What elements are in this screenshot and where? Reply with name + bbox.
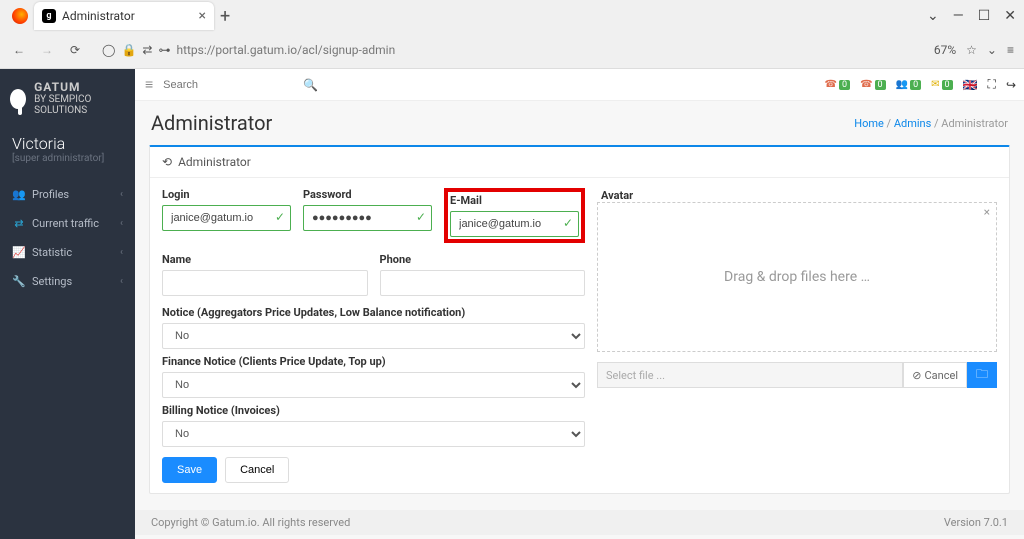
- user-role: [super administrator]: [12, 153, 123, 164]
- folder-icon: 🗀: [976, 365, 988, 386]
- sidebar-item-statistic[interactable]: 📈Statistic‹: [0, 238, 135, 267]
- maximize-icon[interactable]: ☐: [978, 8, 991, 24]
- select-file-input[interactable]: Select file ...: [597, 362, 903, 388]
- check-icon: ✓: [275, 210, 285, 224]
- password-label: Password: [303, 188, 432, 201]
- footer-copyright: Copyright © Gatum.io. All rights reserve…: [151, 516, 350, 529]
- chevron-down-icon[interactable]: ⌄: [927, 8, 939, 24]
- email-label: E-Mail: [450, 194, 579, 207]
- phone-input[interactable]: [380, 270, 586, 296]
- reload-icon[interactable]: ⟳: [66, 41, 84, 59]
- billing-label: Billing Notice (Invoices): [162, 404, 585, 417]
- breadcrumb: Home / Admins / Administrator: [854, 117, 1008, 130]
- tab-close-icon[interactable]: ×: [199, 8, 206, 24]
- login-input[interactable]: [162, 205, 291, 231]
- toggle-icon[interactable]: ⇄: [142, 43, 152, 57]
- sidebar: GATUM BY SEMPICO SOLUTIONS Victoria [sup…: [0, 69, 135, 539]
- dropzone-close-icon[interactable]: ×: [984, 205, 990, 219]
- card-title: Administrator: [178, 155, 251, 169]
- topbar-badge-1[interactable]: ☎0: [825, 79, 851, 90]
- check-icon: ✓: [563, 216, 573, 230]
- url-text[interactable]: https://portal.gatum.io/acl/signup-admin: [176, 43, 395, 57]
- close-icon[interactable]: ✕: [1004, 8, 1016, 24]
- save-button[interactable]: Save: [162, 457, 217, 483]
- logo-icon: [10, 89, 26, 109]
- search-icon[interactable]: 🔍: [303, 78, 318, 92]
- phone-label: Phone: [380, 253, 586, 266]
- notice-label: Notice (Aggregators Price Updates, Low B…: [162, 306, 585, 319]
- email-highlight: E-Mail ✓: [444, 188, 585, 243]
- sidebar-item-profiles[interactable]: 👥Profiles‹: [0, 180, 135, 209]
- hamburger-icon[interactable]: ≡: [145, 76, 153, 93]
- firefox-icon: [12, 8, 28, 24]
- file-cancel-button[interactable]: ⊘Cancel: [903, 362, 967, 388]
- file-browse-button[interactable]: 🗀: [967, 362, 997, 388]
- billing-select[interactable]: No: [162, 421, 585, 447]
- ban-icon: ⊘: [912, 369, 921, 382]
- refresh-icon[interactable]: ⟲: [162, 155, 172, 169]
- finance-label: Finance Notice (Clients Price Update, To…: [162, 355, 585, 368]
- flag-icon[interactable]: 🇬🇧: [963, 78, 978, 92]
- topbar-badge-2[interactable]: ☎0: [860, 79, 886, 90]
- pocket-icon[interactable]: ⌄: [987, 43, 997, 57]
- brand-logo: GATUM BY SEMPICO SOLUTIONS: [0, 69, 135, 128]
- footer-version-label: Version: [944, 516, 984, 529]
- brand-name: GATUM: [34, 80, 80, 94]
- login-label: Login: [162, 188, 291, 201]
- topbar-badge-3[interactable]: 👥0: [896, 79, 922, 90]
- lock-icon[interactable]: 🔒: [121, 43, 136, 57]
- breadcrumb-home[interactable]: Home: [854, 117, 884, 130]
- breadcrumb-admins[interactable]: Admins: [894, 117, 931, 130]
- sidebar-item-current-traffic[interactable]: ⇄Current traffic‹: [0, 209, 135, 238]
- logout-icon[interactable]: ↪: [1006, 78, 1016, 92]
- breadcrumb-current: Administrator: [941, 117, 1008, 130]
- user-name: Victoria: [12, 134, 123, 153]
- topbar-badge-4[interactable]: ✉0: [931, 79, 952, 90]
- page-title: Administrator: [151, 111, 272, 135]
- minimize-icon[interactable]: —: [953, 8, 964, 24]
- avatar-label: Avatar: [601, 189, 633, 202]
- name-input[interactable]: [162, 270, 368, 296]
- brand-by: BY SEMPICO SOLUTIONS: [34, 94, 91, 116]
- notice-select[interactable]: No: [162, 323, 585, 349]
- key-icon[interactable]: ⊶: [158, 43, 170, 57]
- finance-select[interactable]: No: [162, 372, 585, 398]
- password-input[interactable]: [303, 205, 432, 231]
- fullscreen-icon[interactable]: ⛶: [988, 77, 996, 92]
- sidebar-item-settings[interactable]: 🔧Settings‹: [0, 267, 135, 296]
- back-icon[interactable]: ←: [10, 41, 28, 59]
- drop-text: Drag & drop files here …: [724, 269, 870, 285]
- tab-favicon: g: [42, 9, 56, 23]
- email-input[interactable]: [450, 211, 579, 237]
- forward-icon: →: [38, 41, 56, 59]
- avatar-dropzone[interactable]: × Drag & drop files here …: [597, 202, 997, 352]
- footer-version: 7.0.1: [984, 516, 1008, 529]
- menu-icon[interactable]: ≡: [1007, 43, 1014, 57]
- cancel-button[interactable]: Cancel: [225, 457, 289, 483]
- search-input[interactable]: [163, 79, 305, 91]
- shield-icon[interactable]: ◯: [102, 43, 115, 57]
- tab-title: Administrator: [62, 9, 135, 23]
- zoom-level[interactable]: 67%: [934, 43, 956, 57]
- browser-tab[interactable]: g Administrator ×: [34, 2, 214, 30]
- new-tab-icon[interactable]: +: [220, 6, 230, 27]
- bookmark-icon[interactable]: ☆: [966, 43, 977, 57]
- name-label: Name: [162, 253, 368, 266]
- check-icon: ✓: [416, 210, 426, 224]
